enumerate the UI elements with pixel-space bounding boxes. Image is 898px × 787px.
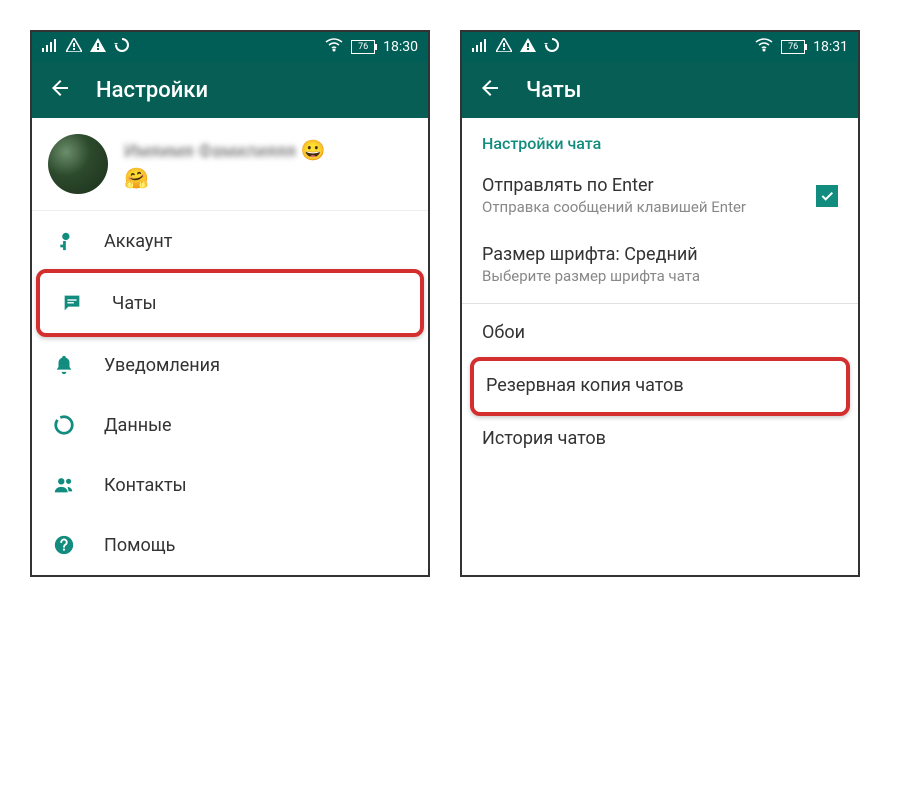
- setting-enter-send[interactable]: Отправлять по Enter Отправка сообщений к…: [462, 161, 858, 230]
- help-icon: [52, 533, 76, 557]
- setting-subtitle: Отправка сообщений клавишей Enter: [482, 198, 838, 216]
- menu-item-account[interactable]: Аккаунт: [32, 211, 428, 271]
- avatar: [48, 134, 108, 194]
- menu-label: Уведомления: [104, 355, 220, 376]
- app-bar: Настройки: [32, 62, 428, 118]
- bell-icon: [52, 353, 76, 377]
- menu-label: Помощь: [104, 535, 175, 556]
- menu-item-notifications[interactable]: Уведомления: [32, 335, 428, 395]
- wifi-icon: [755, 38, 773, 56]
- battery-icon: 76: [351, 40, 375, 54]
- checkbox-checked-icon[interactable]: [816, 185, 838, 207]
- signal-icon: [472, 38, 488, 56]
- back-icon[interactable]: [48, 76, 72, 104]
- divider: [462, 303, 858, 304]
- warning-icon: [90, 38, 106, 56]
- setting-backup[interactable]: Резервная копия чатов: [470, 357, 850, 416]
- menu-label: Аккаунт: [104, 231, 172, 252]
- back-icon[interactable]: [478, 76, 502, 104]
- setting-title: История чатов: [482, 428, 838, 449]
- menu-item-contacts[interactable]: Контакты: [32, 455, 428, 515]
- data-icon: [52, 413, 76, 437]
- setting-title: Обои: [482, 322, 838, 343]
- signal-icon: [42, 38, 58, 56]
- warning-icon: [66, 38, 82, 56]
- menu-label: Контакты: [104, 475, 187, 496]
- status-time: 18:30: [383, 39, 418, 55]
- contacts-icon: [52, 473, 76, 497]
- chats-settings-screen: 76 18:31 Чаты Настройки чата Отправлять …: [460, 30, 860, 577]
- section-header: Настройки чата: [462, 118, 858, 161]
- menu-item-data[interactable]: Данные: [32, 395, 428, 455]
- status-time: 18:31: [813, 39, 848, 55]
- sync-icon: [114, 37, 130, 57]
- warning-icon: [520, 38, 536, 56]
- page-title: Настройки: [96, 78, 208, 103]
- settings-screen: 76 18:30 Настройки Имяимя Фамилияяя 😀 🤗 …: [30, 30, 430, 577]
- status-bar: 76 18:30: [32, 32, 428, 62]
- status-bar: 76 18:31: [462, 32, 858, 62]
- key-icon: [52, 229, 76, 253]
- setting-title: Размер шрифта: Средний: [482, 244, 838, 265]
- profile-name: Имяимя Фамилияяя 😀 🤗: [124, 138, 325, 190]
- page-title: Чаты: [526, 78, 582, 103]
- menu-label: Чаты: [112, 293, 157, 314]
- menu-label: Данные: [104, 415, 172, 436]
- setting-history[interactable]: История чатов: [462, 414, 858, 465]
- menu-item-help[interactable]: Помощь: [32, 515, 428, 575]
- sync-icon: [544, 37, 560, 57]
- app-bar: Чаты: [462, 62, 858, 118]
- menu-item-chats[interactable]: Чаты: [36, 269, 424, 337]
- setting-font-size[interactable]: Размер шрифта: Средний Выберите размер ш…: [462, 230, 858, 299]
- setting-subtitle: Выберите размер шрифта чата: [482, 267, 838, 285]
- chat-icon: [60, 291, 84, 315]
- wifi-icon: [325, 38, 343, 56]
- setting-title: Отправлять по Enter: [482, 175, 838, 196]
- profile-row[interactable]: Имяимя Фамилияяя 😀 🤗: [32, 118, 428, 211]
- battery-icon: 76: [781, 40, 805, 54]
- setting-wallpaper[interactable]: Обои: [462, 308, 858, 359]
- setting-title: Резервная копия чатов: [486, 375, 834, 396]
- warning-icon: [496, 38, 512, 56]
